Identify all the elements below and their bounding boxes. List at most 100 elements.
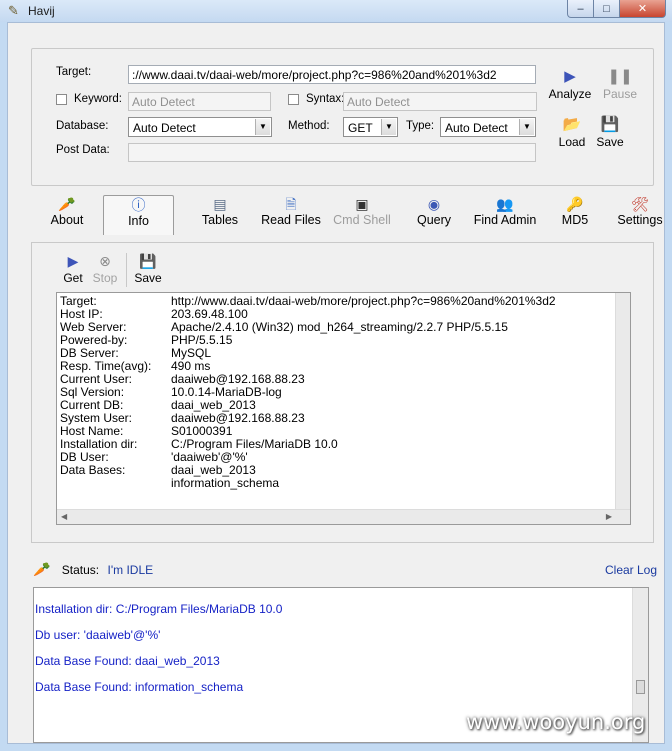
postdata-label: Post Data: bbox=[56, 144, 110, 156]
info-save-button[interactable]: 💾 Save bbox=[132, 251, 164, 285]
info-panel: ▶ Get ⊗ Stop 💾 Save Target: http://www.da… bbox=[31, 242, 654, 543]
analyze-button[interactable]: ▶ Analyze bbox=[546, 68, 594, 102]
tab-md5[interactable]: 🔑 MD5 bbox=[555, 195, 595, 235]
tab-about-label: About bbox=[50, 213, 84, 227]
play-icon: ▶ bbox=[564, 68, 576, 85]
log-line: Installation dir: C:/Program Files/Maria… bbox=[35, 602, 283, 616]
load-button[interactable]: 📂 Load bbox=[554, 116, 590, 150]
info-output-box[interactable]: Target: http://www.daai.tv/daai-web/more/… bbox=[56, 292, 631, 525]
table-icon: ▤ bbox=[213, 196, 227, 212]
method-select[interactable]: GET ▼ bbox=[343, 117, 398, 137]
info-key: Data Bases: bbox=[60, 463, 126, 477]
log-line: Data Base Found: information_schema bbox=[35, 680, 244, 694]
info-icon: ⓘ bbox=[131, 197, 146, 213]
tab-query-label: Query bbox=[416, 213, 452, 227]
query-icon: ◉ bbox=[427, 196, 441, 212]
log-line: Db user: 'daaiweb'@'%' bbox=[35, 628, 161, 642]
syntax-checkbox[interactable] bbox=[288, 94, 299, 105]
carrot-icon: 🥕 bbox=[33, 561, 51, 577]
type-label: Type: bbox=[406, 120, 435, 132]
get-label: Get bbox=[63, 271, 83, 285]
tab-cmd-shell-label: Cmd Shell bbox=[333, 213, 391, 227]
save-label: Save bbox=[596, 135, 624, 149]
postdata-input[interactable] bbox=[128, 143, 536, 162]
tab-toolbar: 🥕 About ⓘ Info ▤ Tables 🗎 Read Files ▣ C… bbox=[44, 195, 666, 235]
floppy-disk-icon: 💾 bbox=[600, 116, 620, 133]
keyword-field[interactable]: Auto Detect bbox=[128, 92, 271, 111]
users-icon: 👥 bbox=[496, 196, 514, 212]
tab-info[interactable]: ⓘ Info bbox=[103, 195, 174, 235]
minimize-button[interactable]: – bbox=[567, 0, 594, 18]
tab-query[interactable]: ◉ Query bbox=[412, 195, 456, 235]
tab-settings[interactable]: 🛠 Settings bbox=[614, 195, 666, 235]
tab-info-label: Info bbox=[128, 214, 149, 228]
chevron-down-icon: ▼ bbox=[519, 119, 534, 135]
clear-log-link[interactable]: Clear Log bbox=[605, 563, 657, 577]
syntax-label: Syntax: bbox=[306, 93, 345, 105]
scroll-right-icon[interactable]: ▶ bbox=[606, 512, 612, 521]
database-select-value: Auto Detect bbox=[133, 121, 196, 135]
tab-cmd-shell[interactable]: ▣ Cmd Shell bbox=[331, 195, 393, 235]
tab-settings-label: Settings bbox=[617, 213, 663, 227]
app-pen-icon: ✎ bbox=[8, 3, 19, 18]
keyword-checkbox[interactable] bbox=[56, 94, 67, 105]
database-label: Database: bbox=[56, 120, 109, 132]
method-label: Method: bbox=[288, 120, 330, 132]
tab-about[interactable]: 🥕 About bbox=[44, 195, 90, 235]
tools-icon: 🛠 bbox=[631, 196, 649, 212]
key-icon: 🔑 bbox=[566, 196, 584, 212]
tab-tables-label: Tables bbox=[201, 213, 239, 227]
chevron-down-icon: ▼ bbox=[255, 119, 270, 135]
tab-read-files-label: Read Files bbox=[261, 213, 321, 227]
target-label: Target: bbox=[56, 66, 92, 78]
stop-icon: ⊗ bbox=[99, 253, 111, 269]
type-select[interactable]: Auto Detect ▼ bbox=[440, 117, 536, 137]
scroll-thumb[interactable] bbox=[636, 680, 645, 694]
tab-read-files[interactable]: 🗎 Read Files bbox=[258, 195, 324, 235]
floppy-disk-icon: 💾 bbox=[139, 253, 157, 269]
tab-md5-label: MD5 bbox=[561, 213, 589, 227]
tab-find-admin-label: Find Admin bbox=[473, 213, 537, 227]
window-title: Havij bbox=[28, 4, 55, 18]
status-bar: 🥕 Status: I'm IDLE bbox=[33, 561, 153, 578]
info-vertical-scrollbar[interactable] bbox=[615, 293, 630, 510]
scroll-left-icon[interactable]: ◀ bbox=[61, 512, 67, 521]
stop-button[interactable]: ⊗ Stop bbox=[90, 251, 120, 285]
load-label: Load bbox=[558, 135, 586, 149]
type-select-value: Auto Detect bbox=[445, 121, 508, 135]
file-icon: 🗎 bbox=[285, 196, 297, 212]
title-bar[interactable]: ✎ Havij – □ ✕ bbox=[0, 0, 672, 22]
analyze-label: Analyze bbox=[548, 87, 592, 101]
close-button[interactable]: ✕ bbox=[620, 0, 666, 18]
get-button[interactable]: ▶ Get bbox=[62, 251, 84, 285]
maximize-button[interactable]: □ bbox=[594, 0, 620, 18]
info-value: information_schema bbox=[171, 476, 280, 490]
database-select[interactable]: Auto Detect ▼ bbox=[128, 117, 272, 137]
info-save-label: Save bbox=[134, 271, 162, 285]
pause-icon: ❚❚ bbox=[607, 68, 633, 85]
syntax-field[interactable]: Auto Detect bbox=[343, 92, 537, 111]
window-client-area: Target: ://www.daai.tv/daai-web/more/pro… bbox=[7, 22, 665, 744]
chevron-down-icon: ▼ bbox=[381, 119, 396, 135]
status-label: Status: bbox=[61, 563, 100, 577]
target-input[interactable]: ://www.daai.tv/daai-web/more/project.php… bbox=[128, 65, 536, 84]
pause-button[interactable]: ❚❚ Pause bbox=[600, 68, 640, 102]
toolbar-separator bbox=[126, 253, 127, 287]
status-value: I'm IDLE bbox=[107, 563, 154, 577]
keyword-label: Keyword: bbox=[74, 93, 122, 105]
method-select-value: GET bbox=[348, 121, 373, 135]
tab-find-admin[interactable]: 👥 Find Admin bbox=[470, 195, 540, 235]
watermark: www.wooyun.org bbox=[466, 710, 646, 734]
save-button[interactable]: 💾 Save bbox=[593, 116, 627, 150]
console-icon: ▣ bbox=[355, 196, 369, 212]
log-line: Data Base Found: daai_web_2013 bbox=[35, 654, 220, 668]
stop-label: Stop bbox=[92, 271, 118, 285]
info-horizontal-scrollbar[interactable]: ◀ ▶ bbox=[57, 509, 630, 524]
window-controls: – □ ✕ bbox=[567, 0, 666, 18]
target-group: Target: ://www.daai.tv/daai-web/more/pro… bbox=[31, 48, 654, 186]
tab-tables[interactable]: ▤ Tables bbox=[192, 195, 248, 235]
folder-icon: 📂 bbox=[562, 116, 582, 133]
carrot-icon: 🥕 bbox=[58, 196, 76, 212]
play-icon: ▶ bbox=[67, 253, 79, 269]
pause-label: Pause bbox=[602, 87, 638, 101]
